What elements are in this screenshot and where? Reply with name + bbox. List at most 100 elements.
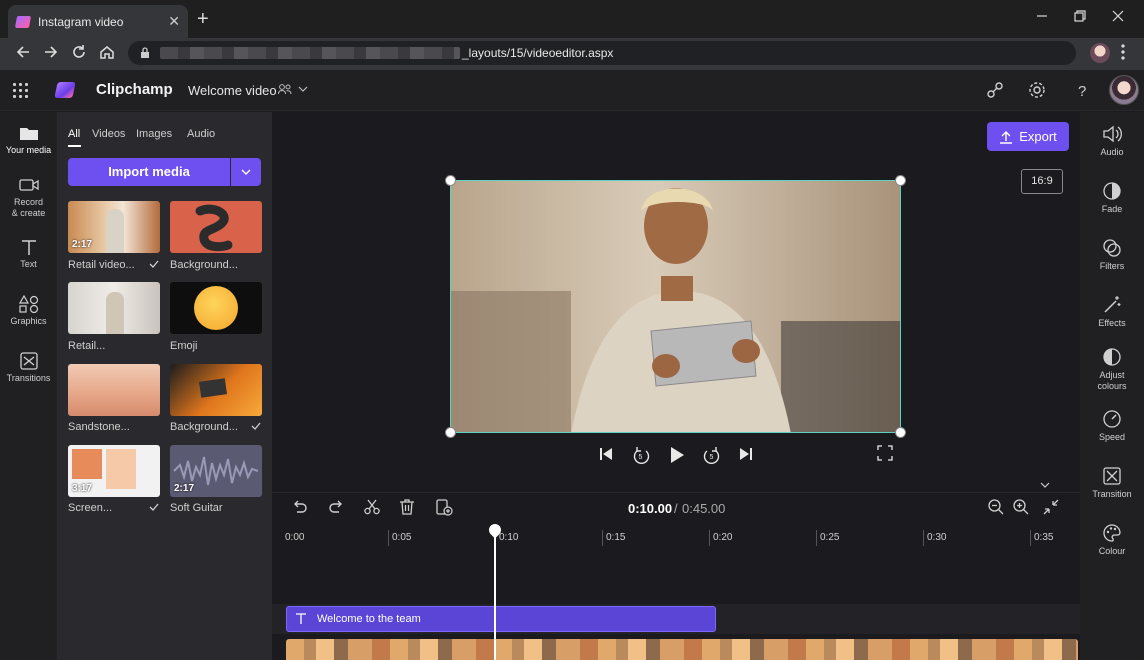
zoom-in-icon[interactable] <box>1012 498 1030 516</box>
gear-icon[interactable] <box>1027 80 1047 100</box>
playhead[interactable] <box>494 526 496 660</box>
play-icon[interactable] <box>667 445 687 465</box>
redo-icon[interactable] <box>327 498 345 516</box>
clipchamp-favicon-icon <box>14 15 32 28</box>
minimize-icon[interactable] <box>1036 10 1048 22</box>
skip-to-start-icon[interactable] <box>598 445 614 463</box>
rail-label: Adjust colours <box>1097 370 1127 391</box>
rail-fade[interactable]: Fade <box>1080 181 1144 214</box>
ruler-label: 0:10 <box>499 532 519 543</box>
time-separator: / <box>674 501 678 516</box>
rail-label: Record & create <box>11 197 46 218</box>
forward-icon[interactable] <box>42 43 62 63</box>
media-thumbnail[interactable]: 2:17 <box>68 201 160 253</box>
help-icon[interactable]: ? <box>1072 80 1092 100</box>
rail-your-media[interactable]: Your media <box>0 124 57 155</box>
reload-icon[interactable] <box>70 43 90 63</box>
media-thumbnail[interactable]: 3:17 <box>68 445 160 497</box>
tab-images[interactable]: Images <box>136 128 172 140</box>
rewind-5s-icon[interactable]: 5 <box>631 445 651 465</box>
rail-record-create[interactable]: Record & create <box>0 176 57 219</box>
rail-colour[interactable]: Colour <box>1080 523 1144 556</box>
rail-audio[interactable]: Audio <box>1080 124 1144 157</box>
resize-handle[interactable] <box>895 427 906 438</box>
browser-tab[interactable]: Instagram video ✕ <box>8 5 188 38</box>
rail-transition[interactable]: Transition <box>1080 466 1144 499</box>
aspect-ratio-button[interactable]: 16:9 <box>1021 169 1063 194</box>
zoom-out-icon[interactable] <box>987 498 1005 516</box>
collapse-timeline-icon[interactable] <box>1033 479 1057 491</box>
rail-graphics[interactable]: Graphics <box>0 295 57 326</box>
back-icon[interactable] <box>14 43 34 63</box>
rail-adjust-colours[interactable]: Adjust colours <box>1080 347 1144 392</box>
rail-transitions[interactable]: Transitions <box>0 352 57 383</box>
project-name[interactable]: Welcome video <box>188 83 277 98</box>
svg-text:?: ? <box>1078 83 1086 100</box>
filters-icon <box>1102 238 1122 258</box>
rail-text[interactable]: Text <box>0 238 57 269</box>
media-thumbnail[interactable] <box>68 364 160 416</box>
home-icon[interactable] <box>98 43 118 63</box>
browser-profile-avatar[interactable] <box>1090 43 1110 63</box>
forward-5s-icon[interactable]: 5 <box>702 445 722 465</box>
app-launcher-icon[interactable] <box>13 83 29 99</box>
close-tab-icon[interactable]: ✕ <box>168 13 180 30</box>
browser-menu-icon[interactable] <box>1120 43 1126 61</box>
ruler-tick <box>1030 530 1031 546</box>
media-thumbnail[interactable] <box>170 364 262 416</box>
rail-label: Colour <box>1098 546 1126 556</box>
svg-text:5: 5 <box>639 454 643 461</box>
video-preview[interactable] <box>450 180 901 433</box>
ruler-tick <box>923 530 924 546</box>
import-media-button[interactable]: Import media <box>68 158 230 186</box>
close-window-icon[interactable] <box>1112 10 1124 22</box>
folder-icon <box>19 124 39 142</box>
ruler-label: 0:35 <box>1034 532 1054 543</box>
media-thumbnail[interactable] <box>68 282 160 334</box>
resize-handle[interactable] <box>445 427 456 438</box>
speaker-icon <box>1102 124 1122 144</box>
media-thumbnail[interactable]: 2:17 <box>170 445 262 497</box>
timeline <box>272 492 1080 660</box>
thumbnail-label: Emoji <box>170 340 198 352</box>
address-bar[interactable]: _layouts/15/videoeditor.aspx <box>128 41 1076 65</box>
add-to-clip-icon[interactable] <box>435 498 453 516</box>
video-clip[interactable] <box>286 639 1078 660</box>
rail-filters[interactable]: Filters <box>1080 238 1144 271</box>
tab-all[interactable]: All <box>68 128 80 140</box>
media-thumbnail[interactable] <box>170 282 262 334</box>
trash-icon[interactable] <box>398 498 416 516</box>
active-tab-indicator <box>68 145 81 147</box>
user-avatar[interactable] <box>1109 75 1139 105</box>
tab-audio[interactable]: Audio <box>187 128 215 140</box>
check-icon <box>251 421 261 431</box>
rail-label: Transitions <box>6 373 51 383</box>
new-tab-button[interactable]: + <box>197 9 209 29</box>
upload-icon <box>1000 130 1013 144</box>
skip-to-end-icon[interactable] <box>738 445 754 463</box>
scissors-icon[interactable] <box>363 498 381 516</box>
connect-icon[interactable] <box>985 80 1005 100</box>
ruler-tick <box>602 530 603 546</box>
ruler-label: 0:25 <box>820 532 840 543</box>
thumbnail-label: Retail video... <box>68 259 135 271</box>
rail-label: Speed <box>1098 432 1126 442</box>
rail-speed[interactable]: Speed <box>1080 409 1144 442</box>
ruler-label: 0:05 <box>392 532 412 543</box>
rail-effects[interactable]: Effects <box>1080 295 1144 328</box>
resize-handle[interactable] <box>445 175 456 186</box>
tab-videos[interactable]: Videos <box>92 128 125 140</box>
palette-icon <box>1102 523 1122 543</box>
restore-icon[interactable] <box>1074 10 1086 22</box>
media-thumbnail[interactable] <box>170 201 262 253</box>
text-clip-label: Welcome to the team <box>317 613 421 625</box>
project-share-dropdown[interactable] <box>278 83 308 95</box>
fit-timeline-icon[interactable] <box>1042 498 1060 516</box>
undo-icon[interactable] <box>291 498 309 516</box>
resize-handle[interactable] <box>895 175 906 186</box>
text-clip[interactable]: Welcome to the team <box>286 606 716 632</box>
export-button[interactable]: Export <box>987 122 1069 151</box>
people-icon <box>278 84 292 95</box>
fullscreen-icon[interactable] <box>877 445 893 461</box>
import-media-dropdown[interactable] <box>231 158 261 186</box>
